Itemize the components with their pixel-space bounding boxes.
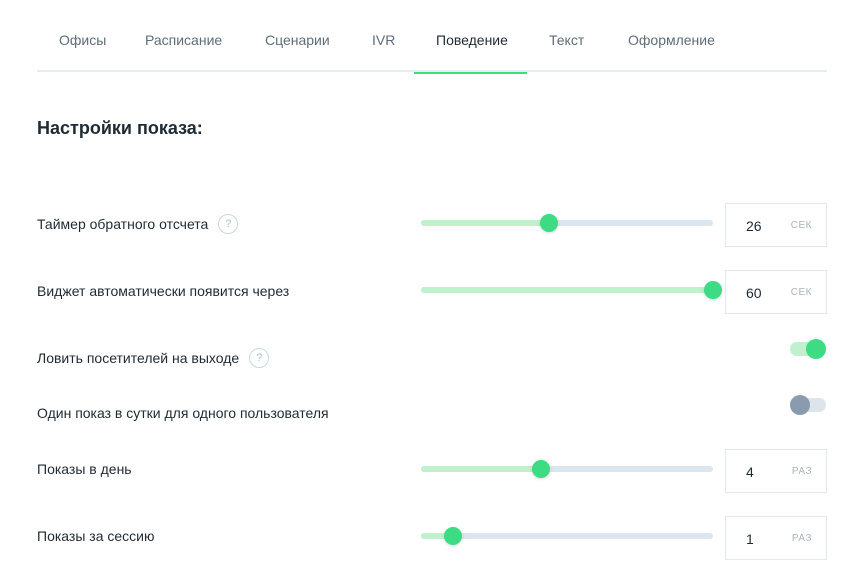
auto-show-row-label: Виджет автоматически появится через bbox=[37, 283, 289, 299]
slider-thumb[interactable] bbox=[444, 527, 463, 545]
slider-thumb[interactable] bbox=[531, 460, 550, 478]
section-title: Настройки показа: bbox=[37, 118, 203, 138]
per-day-slider[interactable] bbox=[421, 460, 713, 478]
once-per-day-row-label: Один показ в сутки для одного пользовате… bbox=[37, 405, 329, 421]
tab-design[interactable]: Оформление bbox=[606, 0, 737, 72]
tab-schedule[interactable]: Расписание bbox=[123, 0, 244, 72]
exit-intent-label: Ловить посетителей на выходе bbox=[37, 350, 240, 366]
exit-intent-toggle[interactable] bbox=[790, 339, 826, 359]
per-day-row-label: Показы в день bbox=[37, 461, 132, 477]
timer-value: 26 bbox=[746, 218, 762, 234]
once-per-day-toggle[interactable] bbox=[790, 395, 826, 415]
help-icon[interactable]: ? bbox=[218, 214, 239, 234]
slider-fill bbox=[421, 466, 541, 472]
timer-slider[interactable] bbox=[421, 214, 713, 232]
per-day-unit: РАЗ bbox=[791, 466, 812, 477]
per-session-row-label: Показы за сессию bbox=[37, 528, 154, 544]
timer-value-field[interactable]: 26 СЕК bbox=[725, 203, 827, 247]
per-day-label: Показы в день bbox=[37, 461, 132, 477]
timer-label: Таймер обратного отсчета bbox=[37, 216, 209, 232]
per-session-value: 1 bbox=[746, 531, 754, 547]
slider-fill bbox=[421, 220, 550, 226]
toggle-knob bbox=[806, 339, 826, 359]
auto-show-slider[interactable] bbox=[421, 281, 722, 299]
auto-show-value-field[interactable]: 60 СЕК bbox=[725, 270, 827, 314]
tab-ivr[interactable]: IVR bbox=[350, 0, 417, 72]
tab-scenarios[interactable]: Сценарии bbox=[243, 0, 352, 72]
auto-show-unit: СЕК bbox=[790, 287, 812, 298]
tab-text[interactable]: Текст bbox=[527, 0, 606, 72]
per-session-unit: РАЗ bbox=[791, 533, 812, 544]
exit-intent-row-label: Ловить посетителей на выходе ? bbox=[37, 348, 270, 368]
tab-offices[interactable]: Офисы bbox=[37, 0, 128, 72]
tab-bar: Офисы Расписание Сценарии IVR Поведение … bbox=[37, 0, 827, 74]
help-icon[interactable]: ? bbox=[249, 348, 270, 368]
per-day-value-field[interactable]: 4 РАЗ bbox=[725, 449, 827, 493]
slider-track bbox=[421, 533, 713, 539]
auto-show-label: Виджет автоматически появится через bbox=[37, 283, 290, 299]
slider-thumb[interactable] bbox=[540, 214, 559, 232]
tab-behavior[interactable]: Поведение bbox=[414, 0, 527, 74]
per-session-value-field[interactable]: 1 РАЗ bbox=[725, 516, 827, 560]
per-session-slider[interactable] bbox=[421, 527, 713, 545]
per-session-label: Показы за сессию bbox=[37, 528, 155, 544]
toggle-knob bbox=[790, 395, 810, 415]
timer-unit: СЕК bbox=[790, 220, 812, 231]
once-per-day-label: Один показ в сутки для одного пользовате… bbox=[37, 405, 329, 421]
timer-row-label: Таймер обратного отсчета ? bbox=[37, 214, 239, 234]
slider-fill bbox=[421, 287, 713, 293]
slider-thumb[interactable] bbox=[704, 281, 722, 299]
per-day-value: 4 bbox=[746, 464, 754, 480]
auto-show-value: 60 bbox=[746, 285, 762, 301]
